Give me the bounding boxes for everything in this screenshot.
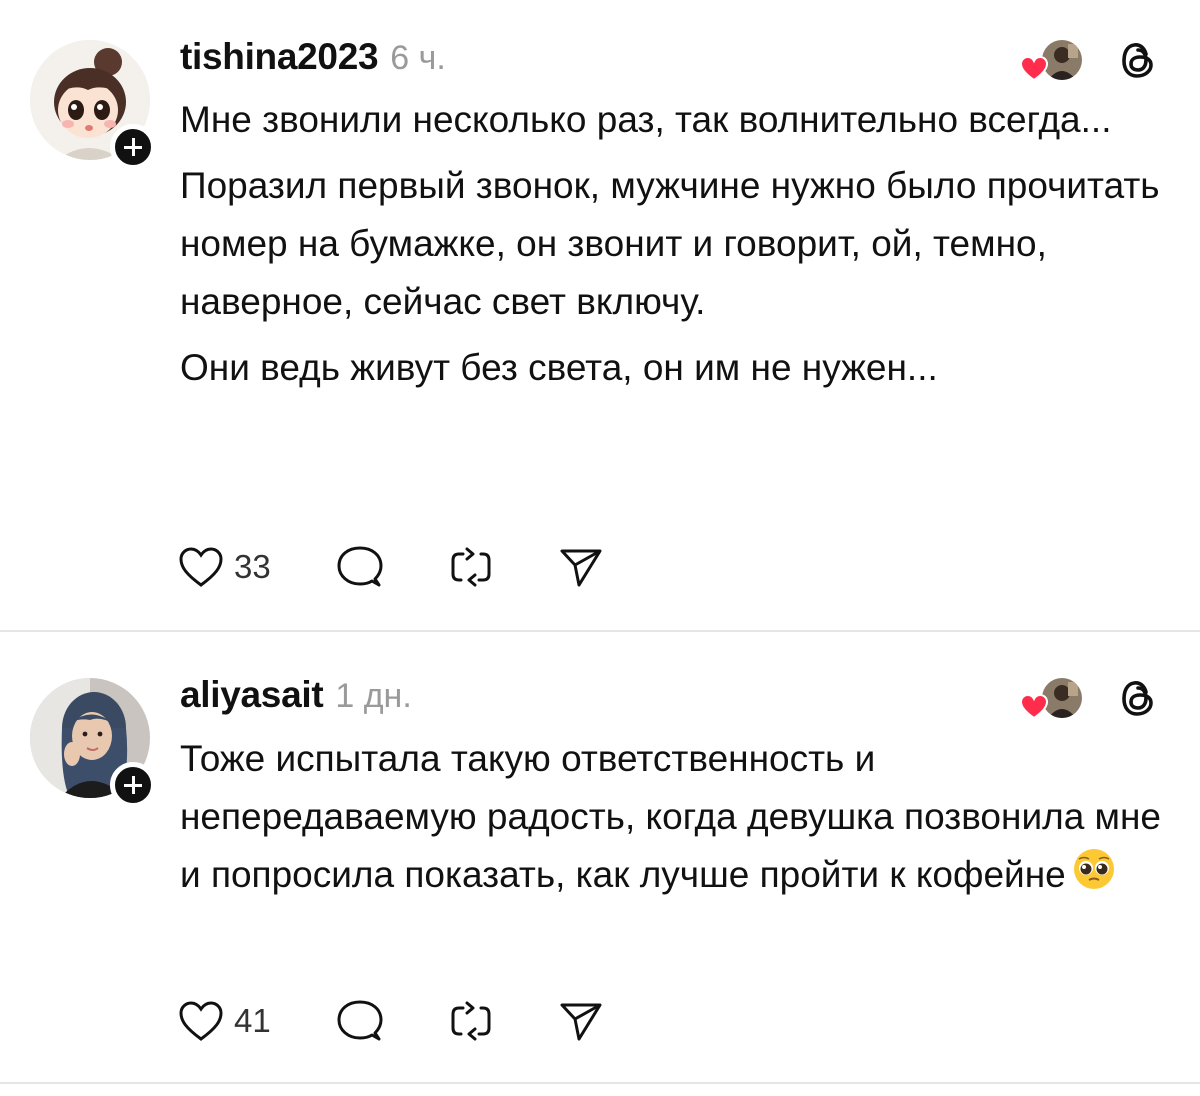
- heart-filled-icon: [1020, 56, 1048, 82]
- share-icon: [560, 1003, 602, 1041]
- post-actions: 33: [178, 542, 643, 592]
- post-paragraph: Они ведь живут без света, он им не нужен…: [180, 347, 938, 388]
- liker-avatar: [1020, 40, 1082, 82]
- post-paragraph-text: Тоже испытала такую ответственность и не…: [180, 738, 1162, 895]
- post-paragraph: Мне звонили несколько раз, так волнитель…: [180, 99, 1112, 140]
- threads-logo-icon[interactable]: [1120, 678, 1156, 718]
- username[interactable]: tishina2023: [180, 36, 379, 78]
- post-body: Тоже испытала такую ответственность и не…: [180, 730, 1170, 916]
- like-button[interactable]: 33: [178, 546, 271, 588]
- comment-icon: [337, 546, 383, 587]
- threads-logo-icon[interactable]: [1120, 40, 1156, 80]
- post-actions: 41: [178, 996, 643, 1046]
- post-header: aliyasait 1 дн.: [180, 674, 412, 718]
- repost-button[interactable]: [449, 1000, 493, 1042]
- post-paragraph: Поразил первый звонок, мужчине нужно был…: [180, 165, 1160, 322]
- liker-photo: [1042, 40, 1082, 80]
- comment-icon: [337, 1000, 383, 1041]
- share-button[interactable]: [559, 1000, 603, 1042]
- repost-icon: [451, 547, 491, 587]
- like-count: 41: [234, 1002, 271, 1039]
- post-time: 6 ч.: [390, 39, 446, 77]
- post-time: 1 дн.: [335, 677, 412, 715]
- follow-plus-icon[interactable]: [110, 124, 156, 170]
- post-header: tishina2023 6 ч.: [180, 36, 446, 80]
- share-button[interactable]: [559, 546, 603, 588]
- repost-button[interactable]: [449, 546, 493, 588]
- follow-plus-icon[interactable]: [110, 762, 156, 808]
- like-button[interactable]: 41: [178, 1000, 271, 1042]
- share-icon: [560, 549, 602, 587]
- pleading-face-emoji: [1072, 847, 1116, 908]
- username[interactable]: aliyasait: [180, 674, 324, 716]
- post-2: aliyasait 1 дн. Тоже испытала такую отве…: [0, 674, 1200, 1054]
- comment-button[interactable]: [337, 545, 383, 589]
- post-divider: [0, 630, 1200, 632]
- post-divider: [0, 1082, 1200, 1084]
- post-body: Мне звонили несколько раз, так волнитель…: [180, 91, 1170, 405]
- liked-by-indicator[interactable]: [1020, 36, 1156, 84]
- liker-photo: [1042, 678, 1082, 718]
- comment-button[interactable]: [337, 999, 383, 1043]
- heart-filled-icon: [1020, 694, 1048, 720]
- like-count: 33: [234, 548, 271, 585]
- post-paragraph: Тоже испытала такую ответственность и не…: [180, 730, 1170, 908]
- heart-icon: [179, 1001, 223, 1041]
- heart-icon: [179, 547, 223, 587]
- liker-avatar: [1020, 678, 1082, 720]
- liked-by-indicator[interactable]: [1020, 674, 1156, 722]
- pleading-face-icon: [1073, 848, 1114, 889]
- post-1: tishina2023 6 ч. Мне звонили несколько р…: [0, 36, 1200, 596]
- repost-icon: [451, 1001, 491, 1041]
